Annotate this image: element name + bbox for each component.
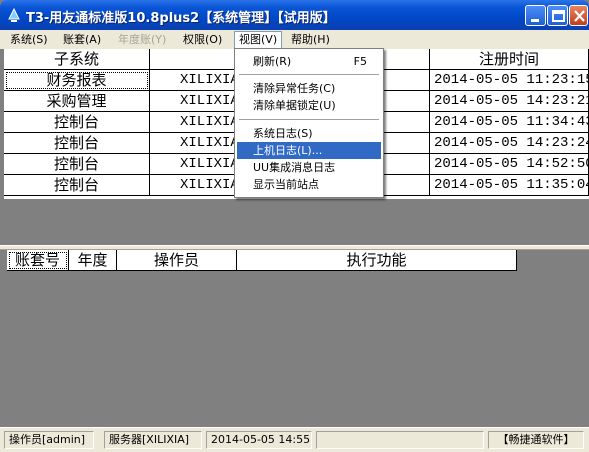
table-cell-subsystem[interactable]: 控制台 xyxy=(4,133,150,154)
menu-item-show-current-site[interactable]: 显示当前站点 xyxy=(237,176,381,193)
table-cell-time[interactable]: 2014-05-05 14:23:24 xyxy=(430,133,589,154)
maximize-button[interactable] xyxy=(547,5,568,26)
menu-item-label: 刷新(R) xyxy=(253,55,292,68)
menu-item-clear-doc-locks[interactable]: 清除单据锁定(U) xyxy=(237,97,381,114)
column-header-function[interactable]: 执行功能 xyxy=(237,250,517,271)
menu-item-clear-abnormal-tasks[interactable]: 清除异常任务(C) xyxy=(237,80,381,97)
menu-bar: 系统(S) 账套(A) 年度账(Y) 权限(O) 视图(V) 帮助(H) xyxy=(0,30,589,49)
table-cell-subsystem[interactable]: 控制台 xyxy=(4,154,150,175)
menu-separator xyxy=(239,119,379,121)
column-header-year[interactable]: 年度 xyxy=(69,250,117,271)
menu-separator xyxy=(239,74,379,76)
table-cell-subsystem[interactable]: 控制台 xyxy=(4,175,150,196)
status-bar: 操作员[admin] 服务器[XILIXIA] 2014-05-05 14:55… xyxy=(0,427,589,452)
menu-item-login-log[interactable]: 上机日志(L)... xyxy=(237,142,381,159)
task-table[interactable]: 账套号 年度 操作员 执行功能 xyxy=(7,250,517,271)
window-title: T3-用友通标准版10.8plus2【系统管理】【试用版】 xyxy=(26,11,336,26)
close-icon xyxy=(574,10,585,22)
column-header-subsystem[interactable]: 子系统 xyxy=(4,49,150,70)
table-cell-time[interactable]: 2014-05-05 11:23:15 xyxy=(430,70,589,91)
status-spacer xyxy=(316,431,484,449)
menu-item-refresh[interactable]: 刷新(R) F5 xyxy=(237,53,381,70)
menu-account[interactable]: 账套(A) xyxy=(59,32,105,48)
view-menu-dropdown: 刷新(R) F5 清除异常任务(C) 清除单据锁定(U) 系统日志(S) 上机日… xyxy=(234,48,384,198)
table-cell-time[interactable]: 2014-05-05 14:52:50 xyxy=(430,154,589,175)
table-cell-subsystem[interactable]: 控制台 xyxy=(4,112,150,133)
close-button[interactable] xyxy=(569,5,588,26)
menu-system[interactable]: 系统(S) xyxy=(6,32,52,48)
table-cell-time[interactable]: 2014-05-05 14:23:21 xyxy=(430,91,589,112)
menu-item-system-log[interactable]: 系统日志(S) xyxy=(237,125,381,142)
menu-permission[interactable]: 权限(O) xyxy=(179,32,226,48)
status-operator: 操作员[admin] xyxy=(4,431,94,449)
column-header-account-no[interactable]: 账套号 xyxy=(7,250,69,271)
menu-item-shortcut: F5 xyxy=(353,55,367,68)
minimize-button[interactable] xyxy=(525,5,546,26)
table-cell-time[interactable]: 2014-05-05 11:35:04 xyxy=(430,175,589,196)
status-datetime: 2014-05-05 14:55 xyxy=(206,431,312,449)
title-bar[interactable]: T3-用友通标准版10.8plus2【系统管理】【试用版】 xyxy=(0,0,589,30)
status-server: 服务器[XILIXIA] xyxy=(104,431,202,449)
status-brand: 【畅捷通软件】 xyxy=(488,431,584,449)
minimize-icon xyxy=(531,19,539,22)
column-header-operator[interactable]: 操作员 xyxy=(117,250,237,271)
menu-year-account[interactable]: 年度账(Y) xyxy=(114,32,170,48)
menu-view[interactable]: 视图(V) xyxy=(234,31,283,49)
table-cell-subsystem[interactable]: 采购管理 xyxy=(4,91,150,112)
table-cell-time[interactable]: 2014-05-05 11:34:43 xyxy=(430,112,589,133)
table-cell-subsystem[interactable]: 财务报表 xyxy=(4,70,150,91)
column-header-register-time[interactable]: 注册时间 xyxy=(430,49,589,70)
maximize-icon xyxy=(552,10,565,22)
menu-item-uu-message-log[interactable]: UU集成消息日志 xyxy=(237,159,381,176)
menu-help[interactable]: 帮助(H) xyxy=(287,32,334,48)
app-icon xyxy=(8,7,20,22)
